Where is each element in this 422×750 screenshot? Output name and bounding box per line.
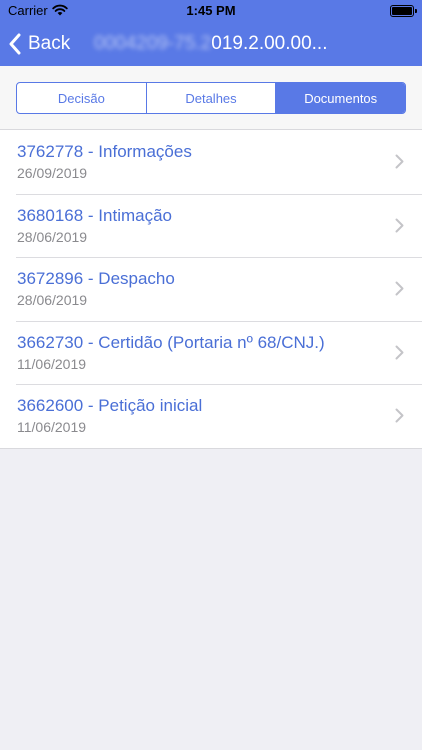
title-visible-part: 019.2.00.00... — [211, 33, 328, 54]
document-date: 28/06/2019 — [17, 292, 88, 308]
segment-area: Decisão Detalhes Documentos — [0, 66, 422, 130]
documents-list: 3762778 - Informações 26/09/2019 3680168… — [0, 130, 422, 449]
document-date: 11/06/2019 — [17, 419, 87, 435]
document-title: 3672896 - Despacho — [17, 269, 175, 288]
chevron-right-icon — [395, 345, 404, 359]
navigation-bar: Back 0004209-75.2 019.2.00.00... — [0, 22, 422, 66]
document-title: 3762778 - Informações — [17, 142, 192, 161]
document-date: 26/09/2019 — [17, 165, 88, 181]
segmented-control: Decisão Detalhes Documentos — [16, 82, 406, 114]
chevron-right-icon — [395, 154, 404, 169]
status-bar: Carrier 1:45 PM — [0, 0, 422, 22]
back-button[interactable]: Back — [8, 30, 70, 58]
document-date: 28/06/2019 — [17, 228, 88, 245]
list-item[interactable]: 3672896 - Despacho 28/06/2019 — [0, 257, 422, 321]
tab-documentos[interactable]: Documentos — [275, 83, 405, 113]
document-title: 3662730 - Certidão (Portaria nº 68/CNJ.) — [17, 332, 325, 352]
document-date: 11/06/2019 — [17, 355, 87, 372]
title-redacted-part: 0004209-75.2 — [94, 33, 212, 54]
list-item[interactable]: 3662730 - Certidão (Portaria nº 68/CNJ.)… — [0, 320, 422, 385]
document-title: 3680168 - Intimação — [17, 205, 172, 225]
back-label: Back — [28, 33, 71, 54]
tab-detalhes[interactable]: Detalhes — [145, 83, 276, 113]
chevron-right-icon — [395, 281, 404, 296]
tab-decisao[interactable]: Decisão — [17, 83, 146, 113]
list-item[interactable]: 3680168 - Intimação 28/06/2019 — [0, 193, 422, 258]
battery-icon — [390, 5, 417, 17]
clock: 1:45 PM — [186, 3, 236, 18]
list-item[interactable]: 3662600 - Petição inicial 11/06/2019 — [0, 384, 422, 448]
chevron-right-icon — [395, 218, 404, 232]
chevron-left-icon — [9, 33, 21, 55]
page-title: 0004209-75.2 019.2.00.00... — [94, 33, 328, 55]
chevron-right-icon — [395, 408, 404, 423]
list-item[interactable]: 3762778 - Informações 26/09/2019 — [0, 130, 422, 194]
document-title: 3662600 - Petição inicial — [17, 396, 203, 415]
